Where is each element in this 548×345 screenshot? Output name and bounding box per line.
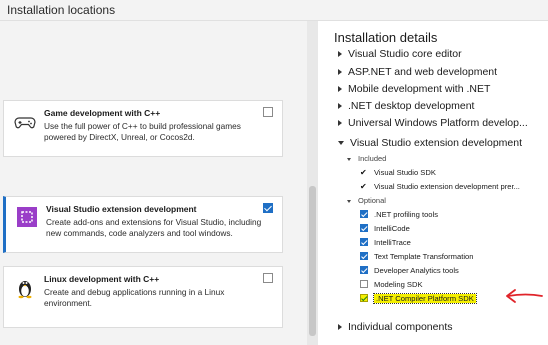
card-description: Use the full power of C++ to build profe… <box>44 121 241 142</box>
installation-locations-label[interactable]: Installation locations <box>7 3 115 17</box>
optional-item[interactable]: IntelliTrace <box>360 238 411 247</box>
card-title: Game development with C++ <box>44 108 161 118</box>
checkbox[interactable] <box>360 210 368 218</box>
gamepad-icon <box>14 117 36 129</box>
included-item: ✔ Visual Studio extension development pre… <box>360 182 520 191</box>
installation-details-title: Installation details <box>334 30 438 45</box>
workload-row[interactable]: ASP.NET and web development <box>338 66 497 78</box>
chevron-right-icon <box>338 51 342 58</box>
optional-item[interactable]: Text Template Transformation <box>360 252 473 261</box>
chevron-down-icon <box>347 157 351 161</box>
workload-row[interactable]: Visual Studio core editor <box>338 48 462 60</box>
card-title: Visual Studio extension development <box>46 204 197 214</box>
workload-row[interactable]: Individual components <box>338 321 452 333</box>
chevron-right-icon <box>338 69 342 76</box>
workload-row[interactable]: .NET desktop development <box>338 100 474 112</box>
penguin-icon <box>18 281 32 299</box>
workload-row[interactable]: Mobile development with .NET <box>338 83 490 95</box>
checkbox[interactable] <box>360 224 368 232</box>
scroll-thumb[interactable] <box>309 186 316 336</box>
chevron-down-icon <box>347 199 351 203</box>
optional-item-highlighted[interactable]: .NET Compiler Platform SDK <box>360 293 477 304</box>
chevron-right-icon <box>338 120 342 127</box>
puzzle-icon <box>17 207 37 227</box>
chevron-right-icon <box>338 103 342 110</box>
optional-item[interactable]: Modeling SDK <box>360 280 423 289</box>
checkbox[interactable] <box>360 252 368 260</box>
workload-row[interactable]: Universal Windows Platform develop... <box>338 117 528 129</box>
included-item: ✔ Visual Studio SDK <box>360 168 436 177</box>
card-checkbox[interactable] <box>263 107 273 117</box>
included-group-header[interactable]: Included <box>347 154 386 163</box>
card-description: Create and debug applications running in… <box>44 287 225 308</box>
optional-item[interactable]: .NET profiling tools <box>360 210 438 219</box>
check-icon: ✔ <box>360 182 367 191</box>
card-description: Create add-ons and extensions for Visual… <box>46 217 262 238</box>
checkbox[interactable] <box>360 280 368 288</box>
check-icon: ✔ <box>360 168 367 177</box>
optional-group-header[interactable]: Optional <box>347 196 386 205</box>
top-bar: Installation locations <box>0 0 548 21</box>
chevron-right-icon <box>338 86 342 93</box>
chevron-down-icon <box>338 141 344 146</box>
red-arrow-annotation-icon <box>506 289 543 303</box>
checkbox[interactable] <box>360 238 368 246</box>
checkbox[interactable] <box>360 266 368 274</box>
workload-card-vs-extension[interactable]: Visual Studio extension development Crea… <box>3 196 283 253</box>
chevron-right-icon <box>338 324 342 331</box>
workload-scrollbar[interactable] <box>307 21 318 345</box>
optional-item[interactable]: IntelliCode <box>360 224 410 233</box>
card-title: Linux development with C++ <box>44 274 160 284</box>
checkbox[interactable] <box>360 294 368 302</box>
workload-card-game-cpp[interactable]: Game development with C++ Use the full p… <box>3 100 283 157</box>
card-checkbox[interactable] <box>263 273 273 283</box>
workload-card-linux-cpp[interactable]: Linux development with C++ Create and de… <box>3 266 283 328</box>
highlighted-label: .NET Compiler Platform SDK <box>373 293 477 304</box>
workload-row-expanded[interactable]: Visual Studio extension development <box>338 137 522 149</box>
card-checkbox[interactable] <box>263 203 273 213</box>
workload-list: Game development with C++ Use the full p… <box>0 21 307 345</box>
optional-item[interactable]: Developer Analytics tools <box>360 266 459 275</box>
